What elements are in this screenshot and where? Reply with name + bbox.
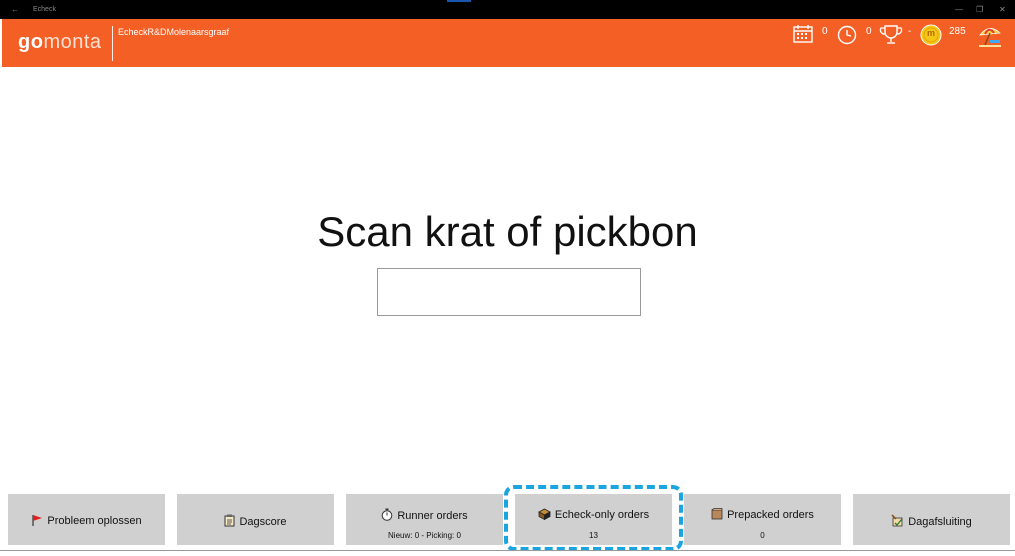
runner-orders-label: Runner orders <box>397 510 468 522</box>
window-titlebar: ← Echeck — ❐ ✕ <box>0 0 1015 19</box>
clipboard-icon <box>224 514 235 530</box>
runner-orders-sub: Nieuw: 0 - Picking: 0 <box>388 531 461 540</box>
probleem-oplossen-button[interactable]: Probleem oplossen <box>8 494 165 545</box>
dagafsluiting-label: Dagafsluiting <box>908 516 972 528</box>
calendar-icon[interactable] <box>792 23 814 50</box>
back-arrow-icon[interactable]: ← <box>11 5 19 14</box>
stopwatch-icon <box>381 508 393 524</box>
coin-label: m <box>927 28 936 38</box>
station-name: EcheckR&DMolenaarsgraaf <box>118 27 230 37</box>
coin-icon[interactable]: m <box>919 23 943 52</box>
trophy-icon[interactable] <box>879 23 903 52</box>
coin-count: 285 <box>949 26 966 37</box>
beach-umbrella-icon[interactable] <box>977 23 1003 54</box>
scan-input[interactable] <box>377 268 641 316</box>
clock-count: 0 <box>866 26 872 37</box>
day-close-icon <box>891 514 904 530</box>
window-title: Echeck <box>33 6 56 13</box>
clock-icon[interactable] <box>836 23 858 50</box>
bottom-divider <box>0 550 1015 551</box>
prepacked-orders-label: Prepacked orders <box>727 509 814 521</box>
close-button[interactable]: ✕ <box>999 5 1006 14</box>
gomonta-logo: gomonta <box>18 31 102 53</box>
app-header: gomonta EcheckR&DMolenaarsgraaf 0 0 - m … <box>2 19 1015 67</box>
restore-button[interactable]: ❐ <box>976 5 983 14</box>
calendar-count: 0 <box>822 26 828 37</box>
scan-prompt: Scan krat of pickbon <box>317 208 698 255</box>
dagscore-label: Dagscore <box>239 516 287 528</box>
probleem-oplossen-label: Probleem oplossen <box>47 515 142 527</box>
minimize-button[interactable]: — <box>955 5 963 14</box>
trophy-value: - <box>908 26 912 37</box>
dagscore-button[interactable]: Dagscore <box>177 494 334 545</box>
dagafsluiting-button[interactable]: Dagafsluiting <box>853 494 1010 545</box>
prepacked-orders-sub: 0 <box>760 531 765 540</box>
titlebar-accent <box>447 0 471 2</box>
header-divider <box>112 26 113 61</box>
echeck-only-highlight <box>504 485 683 551</box>
package-icon <box>711 508 723 523</box>
red-flag-icon <box>31 514 43 529</box>
prepacked-orders-button[interactable]: Prepacked orders 0 <box>684 494 841 545</box>
runner-orders-button[interactable]: Runner orders Nieuw: 0 - Picking: 0 <box>346 494 503 545</box>
